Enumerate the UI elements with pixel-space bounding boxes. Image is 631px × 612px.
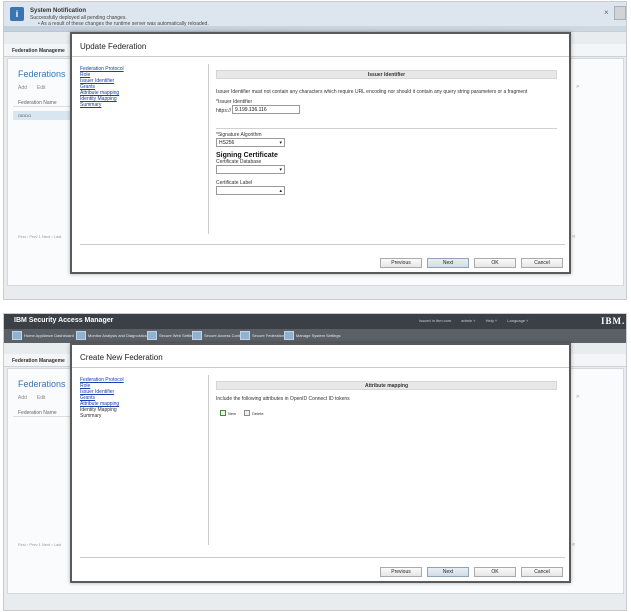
user-info: Issued in ibm.com	[419, 318, 452, 323]
top-bar: IBM Security Access Manager Issued in ib…	[4, 314, 626, 329]
sub-header-title: Federation Manageme	[12, 48, 65, 54]
section-title: Attribute mapping	[216, 381, 557, 390]
chevron-left-icon[interactable]: «	[572, 234, 575, 240]
create-federation-screen: IBM Security Access Manager Issued in ib…	[3, 313, 627, 611]
menu-label: Secure Access Control	[204, 333, 245, 338]
menu-secure-federation[interactable]: Secure Federation	[240, 331, 285, 340]
add-icon	[220, 410, 226, 416]
nav-summary[interactable]: Summary	[80, 102, 124, 108]
certificate-label-select[interactable]: ▴	[216, 186, 285, 195]
menu-secure-web[interactable]: Secure Web Settings	[147, 331, 197, 340]
next-button[interactable]: Next	[427, 567, 469, 577]
user-menu[interactable]: admin ˅	[461, 318, 475, 323]
manage-icon	[284, 331, 294, 340]
cancel-button[interactable]: Cancel	[521, 258, 563, 268]
divider	[72, 367, 569, 368]
notification-title: System Notification	[30, 8, 87, 14]
close-icon[interactable]: ×	[604, 8, 609, 17]
delete-icon	[244, 410, 250, 416]
menu-label: Home Appliance Dashboard	[24, 333, 74, 338]
divider	[80, 557, 565, 558]
divider	[80, 244, 565, 245]
next-button[interactable]: Next	[427, 258, 469, 268]
column-header[interactable]: Federation Name	[13, 407, 73, 417]
section-title: Issuer Identifier	[216, 70, 557, 79]
chevron-left-icon[interactable]: «	[572, 542, 575, 548]
update-federation-screen: i System Notification Successfully deplo…	[3, 1, 627, 300]
web-icon	[147, 331, 157, 340]
selected-value: HS256	[219, 140, 235, 146]
instruction-text: Include the following attributes in Open…	[216, 396, 350, 402]
delete-label: Delete	[252, 410, 264, 416]
access-icon	[192, 331, 202, 340]
previous-button[interactable]: Previous	[380, 567, 422, 577]
divider	[208, 375, 209, 545]
menu-label: Secure Federation	[252, 333, 285, 338]
pagination[interactable]: First ‹ Prev 1 Next › Last	[18, 542, 61, 547]
add-button[interactable]: Add	[18, 395, 27, 401]
page-heading: Federations	[18, 379, 66, 389]
home-icon	[12, 331, 22, 340]
create-federation-dialog: Create New Federation Federation Protoco…	[70, 343, 571, 583]
menu-label: Secure Web Settings	[159, 333, 197, 338]
menu-label: Monitor Analysis and Diagnostics	[88, 333, 147, 338]
column-header[interactable]: Federation Name	[13, 97, 73, 107]
pagination[interactable]: First ‹ Prev 1 Next › Last	[18, 234, 61, 239]
top-links: Issued in ibm.com admin ˅ Help ˅ Languag…	[419, 318, 529, 323]
new-label: New	[228, 410, 237, 416]
divider	[208, 64, 209, 234]
edit-button[interactable]: Edit	[37, 395, 46, 401]
signature-algorithm-select[interactable]: HS256 ▾	[216, 138, 285, 147]
chevron-right-icon[interactable]: »	[576, 394, 579, 400]
page-heading: Federations	[18, 69, 66, 79]
divider	[216, 128, 557, 129]
sub-header-title: Federation Manageme	[12, 358, 65, 364]
cancel-button[interactable]: Cancel	[521, 567, 563, 577]
federation-icon	[240, 331, 250, 340]
add-button[interactable]: Add	[18, 85, 27, 91]
dialog-title: Create New Federation	[80, 353, 163, 362]
help-menu[interactable]: Help ˅	[486, 318, 498, 323]
dialog-title: Update Federation	[80, 42, 147, 51]
ibm-logo: IBM.	[601, 316, 626, 326]
new-button[interactable]: New	[220, 410, 236, 416]
nav-summary: Summary	[80, 413, 102, 419]
dialog-buttons: Previous Next OK Cancel	[380, 258, 563, 268]
update-federation-dialog: Update Federation Federation Protocol Ro…	[70, 32, 571, 274]
signing-certificate-heading: Signing Certificate	[216, 152, 278, 159]
wizard-nav: Federation Protocol Role Issuer Identifi…	[80, 377, 124, 419]
notification-badge[interactable]	[614, 6, 626, 20]
menu-secure-access[interactable]: Secure Access Control	[192, 331, 244, 340]
chevron-down-icon: ▾	[279, 167, 282, 173]
menu-monitor[interactable]: Monitor Analysis and Diagnostics	[76, 331, 147, 340]
menu-label: Manage System Settings	[296, 333, 341, 338]
chevron-down-icon: ▾	[279, 140, 282, 146]
chevron-up-icon: ▴	[279, 188, 282, 194]
url-prefix: https://	[216, 108, 232, 114]
divider	[72, 56, 569, 57]
wizard-nav: Federation Protocol Role Issuer Identifi…	[80, 66, 124, 108]
certificate-database-select[interactable]: ▾	[216, 165, 285, 174]
language-menu[interactable]: Language ˅	[507, 318, 528, 323]
ok-button[interactable]: OK	[474, 567, 516, 577]
info-icon: i	[10, 7, 24, 21]
menu-home[interactable]: Home Appliance Dashboard	[12, 331, 74, 340]
dialog-buttons: Previous Next OK Cancel	[380, 567, 563, 577]
app-title: IBM Security Access Manager	[14, 317, 114, 324]
table-row[interactable]: OIDDO	[13, 111, 73, 120]
previous-button[interactable]: Previous	[380, 258, 422, 268]
instruction-text: Issuer Identifier must not contain any c…	[216, 89, 528, 95]
delete-button[interactable]: Delete	[244, 410, 264, 416]
monitor-icon	[76, 331, 86, 340]
system-notification: i System Notification Successfully deplo…	[4, 2, 626, 32]
ok-button[interactable]: OK	[474, 258, 516, 268]
main-menu: Home Appliance Dashboard Monitor Analysi…	[4, 329, 626, 343]
edit-button[interactable]: Edit	[37, 85, 46, 91]
chevron-right-icon[interactable]: »	[576, 84, 579, 90]
issuer-identifier-input[interactable]: 9.199.136.116	[232, 105, 300, 114]
menu-manage[interactable]: Manage System Settings	[284, 331, 340, 340]
